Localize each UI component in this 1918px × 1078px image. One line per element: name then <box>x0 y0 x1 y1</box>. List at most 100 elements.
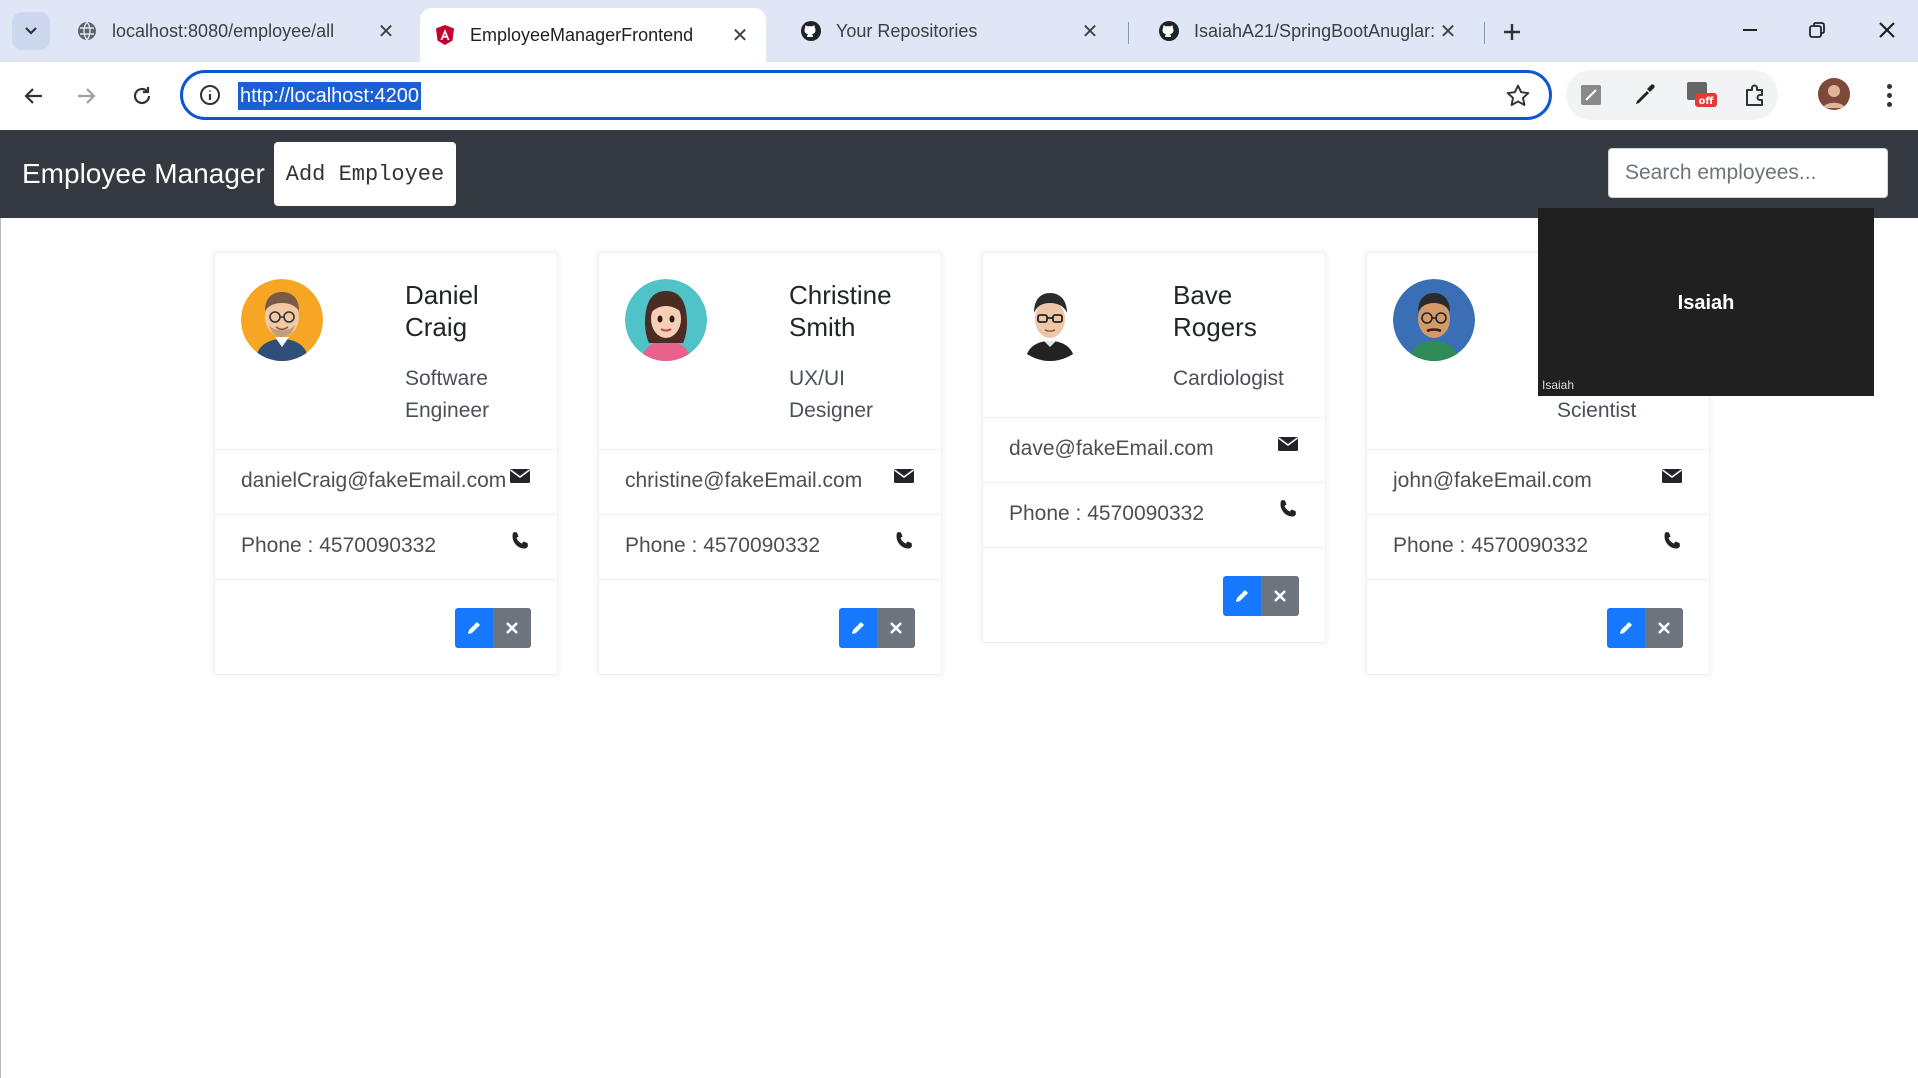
pencil-icon <box>468 622 480 634</box>
delete-employee-button[interactable] <box>1261 576 1299 616</box>
minimize-icon <box>1743 29 1757 31</box>
restore-icon <box>1809 22 1825 38</box>
github-icon <box>801 21 821 41</box>
add-employee-button[interactable]: Add Employee <box>274 142 456 206</box>
app-navbar: Employee Manager Add Employee <box>0 130 1918 218</box>
edit-employee-button[interactable] <box>1223 576 1261 616</box>
chevron-down-icon <box>25 27 37 35</box>
avatar-illustration-icon <box>1009 279 1091 361</box>
browser-tab-strip: localhost:8080/employee/all ✕ EmployeeMa… <box>0 0 1918 62</box>
reload-button[interactable] <box>122 76 162 116</box>
phone-icon <box>512 532 528 549</box>
close-icon[interactable]: ✕ <box>1436 19 1460 43</box>
url-text[interactable]: http://localhost:4200 <box>238 82 422 110</box>
browser-menu-button[interactable] <box>1874 76 1904 114</box>
close-icon <box>1274 590 1286 602</box>
email-row: dave@fakeEmail.com <box>983 418 1325 483</box>
employee-job-title: Scientist <box>1557 399 1637 422</box>
extension-off-badge-icon: off <box>1687 82 1717 107</box>
card-footer <box>1367 580 1709 674</box>
delete-employee-button[interactable] <box>877 608 915 648</box>
svg-text:off: off <box>1699 96 1715 107</box>
edit-employee-button[interactable] <box>455 608 493 648</box>
tab-separator <box>1484 22 1485 44</box>
phone-row: Phone : 4570090332 <box>599 515 941 580</box>
close-icon <box>890 622 902 634</box>
app-brand[interactable]: Employee Manager <box>22 158 265 190</box>
employee-job-title: Software Engineer <box>405 367 490 422</box>
close-icon[interactable]: ✕ <box>1078 19 1102 43</box>
tab-your-repositories[interactable]: Your Repositories ✕ <box>786 8 1116 54</box>
employee-avatar <box>241 279 323 361</box>
pencil-icon <box>852 622 864 634</box>
close-window-button[interactable] <box>1862 10 1912 50</box>
phone-icon <box>896 532 912 549</box>
employee-name: Daniel Craig <box>405 280 479 342</box>
employee-phone: Phone : 4570090332 <box>1393 534 1589 557</box>
card-actions <box>1607 608 1683 648</box>
envelope-icon <box>894 469 914 483</box>
envelope-icon <box>1278 437 1298 451</box>
close-icon[interactable]: ✕ <box>374 19 398 43</box>
close-icon[interactable]: ✕ <box>728 23 752 47</box>
puzzle-icon <box>1746 84 1763 106</box>
edit-employee-button[interactable] <box>839 608 877 648</box>
info-icon[interactable] <box>199 84 221 106</box>
employee-card-bave-rogers: Bave Rogers Cardiologist dave@fakeEmail.… <box>982 252 1326 643</box>
extension-button-eyedropper[interactable] <box>1628 78 1662 112</box>
email-row: john@fakeEmail.com <box>1367 450 1709 515</box>
back-button[interactable] <box>14 76 54 116</box>
employee-name: Bave Rogers <box>1173 280 1257 342</box>
tab-title: localhost:8080/employee/all <box>112 20 335 41</box>
extensions-puzzle-button[interactable] <box>1738 78 1772 112</box>
card-actions <box>839 608 915 648</box>
address-bar[interactable]: http://localhost:4200 <box>180 70 1552 120</box>
minimize-button[interactable] <box>1725 10 1775 50</box>
email-row: christine@fakeEmail.com <box>599 450 941 515</box>
restore-button[interactable] <box>1792 10 1842 50</box>
tab-employee-all[interactable]: localhost:8080/employee/all ✕ <box>62 8 412 54</box>
phone-row: Phone : 4570090332 <box>1367 515 1709 580</box>
new-tab-button[interactable] <box>1494 14 1530 50</box>
tab-employee-manager-frontend[interactable]: EmployeeManagerFrontend ✕ <box>420 8 766 62</box>
envelope-icon <box>510 469 530 483</box>
pencil-icon <box>1236 590 1248 602</box>
employee-email: dave@fakeEmail.com <box>1009 437 1214 460</box>
phone-icon <box>1664 532 1680 549</box>
avatar-illustration-icon <box>625 279 707 361</box>
tab-search-menu-button[interactable] <box>12 12 50 50</box>
close-icon <box>1879 22 1895 38</box>
video-call-overlay: Isaiah Isaiah <box>1538 208 1874 396</box>
dot <box>1886 92 1892 98</box>
avatar-illustration-icon <box>1393 279 1475 361</box>
avatar-illustration-icon <box>241 279 323 361</box>
window-border <box>0 218 1 1078</box>
profile-avatar[interactable] <box>1818 78 1850 110</box>
globe-icon <box>78 21 96 41</box>
card-actions <box>1223 576 1299 616</box>
dot <box>1886 101 1892 107</box>
employee-email: john@fakeEmail.com <box>1393 469 1592 492</box>
bookmark-star-icon[interactable] <box>1505 83 1531 109</box>
forward-button[interactable] <box>66 76 106 116</box>
tab-github-springboot-anuglar[interactable]: IsaiahA21/SpringBootAnuglar: I ✕ <box>1144 8 1474 54</box>
card-footer <box>983 548 1325 642</box>
angular-icon <box>436 25 454 45</box>
delete-employee-button[interactable] <box>493 608 531 648</box>
edit-employee-button[interactable] <box>1607 608 1645 648</box>
close-icon <box>506 622 518 634</box>
employee-name: Christine Smith <box>789 280 892 342</box>
arrow-left-icon <box>24 88 42 104</box>
delete-employee-button[interactable] <box>1645 608 1683 648</box>
card-footer <box>215 580 557 674</box>
employee-avatar <box>625 279 707 361</box>
github-icon <box>1159 21 1179 41</box>
employee-job-title: Cardiologist <box>1173 367 1284 390</box>
card-actions <box>455 608 531 648</box>
extension-button-off[interactable]: off <box>1684 78 1718 112</box>
browser-toolbar: http://localhost:4200 off <box>0 62 1918 130</box>
tab-title: IsaiahA21/SpringBootAnuglar: I <box>1194 20 1436 41</box>
search-input[interactable] <box>1608 148 1888 198</box>
extension-button-1[interactable] <box>1574 78 1608 112</box>
close-icon <box>1658 622 1670 634</box>
